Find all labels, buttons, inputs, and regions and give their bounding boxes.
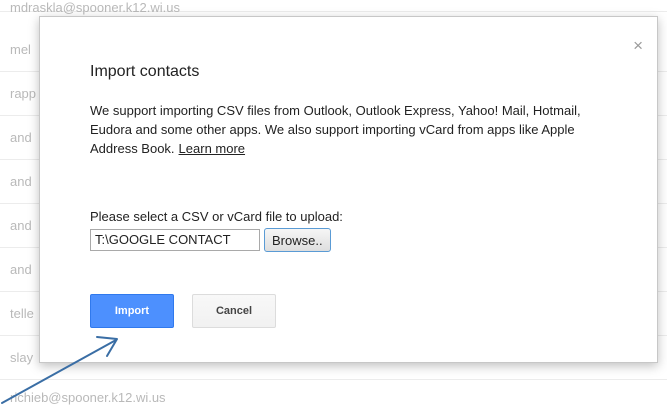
contact-email: richieb@spooner.k12.wi.us <box>10 390 166 405</box>
contact-email: and <box>10 130 32 145</box>
browse-button[interactable]: Browse.. <box>264 228 331 252</box>
contact-email: telle <box>10 306 34 321</box>
file-picker: T:\GOOGLE CONTACT Browse.. <box>90 227 331 253</box>
contact-email: mdraskla@spooner.k12.wi.us <box>10 0 180 15</box>
close-icon[interactable]: × <box>633 37 643 54</box>
contact-email: rapp <box>10 86 37 101</box>
contact-email: and <box>10 262 32 277</box>
file-path-field[interactable]: T:\GOOGLE CONTACT <box>90 229 260 251</box>
dialog-description: We support importing CSV files from Outl… <box>90 101 620 158</box>
import-button[interactable]: Import <box>90 294 174 328</box>
upload-label: Please select a CSV or vCard file to upl… <box>90 209 343 224</box>
contact-email: mel <box>10 42 31 57</box>
contact-email: and <box>10 218 32 233</box>
cancel-button[interactable]: Cancel <box>192 294 276 328</box>
import-contacts-dialog: × Import contacts We support importing C… <box>39 16 658 363</box>
dialog-title: Import contacts <box>90 63 200 80</box>
learn-more-link[interactable]: Learn more <box>179 141 245 156</box>
contact-row[interactable]: mdraskla@spooner.k12.wi.us <box>0 0 667 15</box>
contact-row[interactable]: richieb@spooner.k12.wi.us <box>0 380 667 406</box>
contact-email: and <box>10 174 32 189</box>
description-text: We support importing CSV files from Outl… <box>90 103 581 156</box>
contact-email: slay <box>10 350 34 365</box>
screen: mdraskla@spooner.k12.wi.us mel rapp and … <box>0 0 667 406</box>
